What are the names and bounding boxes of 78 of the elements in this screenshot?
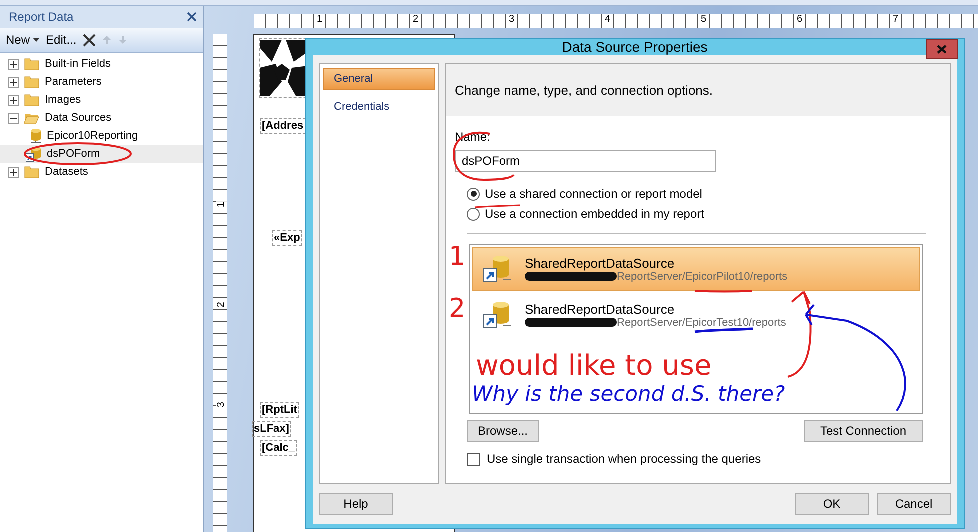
- shared-database-icon: [483, 254, 511, 284]
- plus-icon: [10, 168, 17, 176]
- new-menu-button[interactable]: New: [6, 33, 40, 47]
- tree-item[interactable]: Data Sources: [45, 112, 112, 124]
- shared-database-icon: [483, 300, 511, 330]
- ruler-number: 2: [412, 14, 420, 25]
- plus-icon: [10, 60, 17, 68]
- tree-item[interactable]: Parameters: [45, 76, 102, 88]
- folder-icon: [24, 75, 40, 89]
- data-source-item[interactable]: SharedReportDataSource ReportServer/EpicorPilot10/reports: [472, 247, 920, 291]
- panel-title: Report Data: [9, 10, 74, 24]
- caret-icon: [33, 38, 40, 42]
- logo-drawing: [260, 40, 308, 96]
- plus-icon: [10, 96, 17, 104]
- tree-row[interactable]: dsPOForm: [0, 145, 203, 163]
- data-source-name: SharedReportDataSource: [525, 256, 675, 270]
- ruler-number: 5: [700, 14, 708, 25]
- folder-icon: [24, 93, 40, 107]
- cancel-button[interactable]: Cancel: [877, 493, 951, 515]
- expand-toggle[interactable]: [8, 94, 19, 106]
- tree-item[interactable]: Built-in Fields: [45, 58, 112, 70]
- report-field: sLFax]: [252, 421, 292, 437]
- data-source-path: ReportServer/EpicorTest10/reports: [617, 316, 786, 328]
- handwritten-note: 1: [449, 244, 466, 270]
- ink-underline-drawing: [694, 328, 754, 334]
- folder-icon: [24, 111, 40, 125]
- ruler-number: 1: [316, 14, 324, 25]
- checkbox-label[interactable]: Use single transaction when processing the queries: [487, 452, 762, 466]
- ink-underline-drawing: [694, 290, 752, 293]
- shared-database-icon: [26, 146, 42, 162]
- radio-label[interactable]: Use a shared connection or report model: [485, 187, 702, 201]
- data-source-name: SharedReportDataSource: [525, 302, 675, 316]
- tree-item[interactable]: Datasets: [45, 166, 88, 178]
- radio-button[interactable]: [467, 188, 480, 200]
- name-field[interactable]: dsPOForm: [455, 150, 716, 172]
- report-field: [RptLit: [260, 402, 300, 418]
- folder-icon: [24, 165, 40, 179]
- edit-button[interactable]: Edit...: [46, 33, 77, 47]
- ruler-number: 6: [796, 14, 804, 25]
- tree-item: Epicor10Reporting: [47, 130, 138, 142]
- data-source-item[interactable]: SharedReportDataSource ReportServer/EpicorTest10/reports: [472, 293, 920, 337]
- tree-item: dsPOForm: [47, 148, 100, 160]
- dialog-title: Data Source Properties: [562, 39, 708, 55]
- handwritten-note: 2: [449, 296, 466, 322]
- report-field: «Exp: [272, 230, 302, 246]
- radio-label[interactable]: Use a connection embedded in my report: [485, 207, 704, 221]
- plus-icon: [10, 78, 17, 86]
- close-icon: [937, 44, 947, 54]
- ink-underline-drawing: [474, 204, 520, 208]
- radio-button[interactable]: [467, 208, 480, 220]
- page-tab[interactable]: General: [323, 68, 435, 90]
- collapse-toggle[interactable]: [8, 112, 19, 124]
- handwritten-note: would like to use: [476, 352, 712, 380]
- checkbox[interactable]: [467, 452, 480, 466]
- page-heading: Change name, type, and connection options.: [446, 64, 950, 116]
- ruler-number: 3: [216, 402, 227, 408]
- ruler-number: 7: [892, 14, 900, 25]
- delete-icon[interactable]: [82, 34, 96, 46]
- expand-toggle[interactable]: [8, 166, 19, 178]
- ruler-number: 3: [508, 14, 516, 25]
- help-button[interactable]: Help: [319, 493, 393, 515]
- ruler-number: 1: [216, 202, 227, 208]
- close-button[interactable]: [926, 39, 958, 59]
- report-field: [Calc_: [260, 440, 298, 456]
- folder-icon: [24, 57, 40, 71]
- data-source-path: ReportServer/EpicorPilot10/reports: [617, 270, 788, 282]
- ruler-number: 4: [604, 14, 612, 25]
- expand-toggle[interactable]: [8, 76, 19, 88]
- handwritten-note: Why is the second d.S. there?: [472, 384, 786, 405]
- close-icon[interactable]: [187, 12, 197, 22]
- tree-row[interactable]: Epicor10Reporting: [0, 127, 203, 145]
- expand-toggle[interactable]: [8, 58, 19, 70]
- browse-button[interactable]: Browse...: [467, 420, 540, 442]
- test-connection-button[interactable]: Test Connection: [804, 420, 923, 442]
- ok-button[interactable]: OK: [795, 493, 869, 515]
- ruler-number: 2: [216, 302, 227, 308]
- tree-item[interactable]: Images: [45, 94, 82, 106]
- page-tab[interactable]: Credentials: [323, 96, 435, 118]
